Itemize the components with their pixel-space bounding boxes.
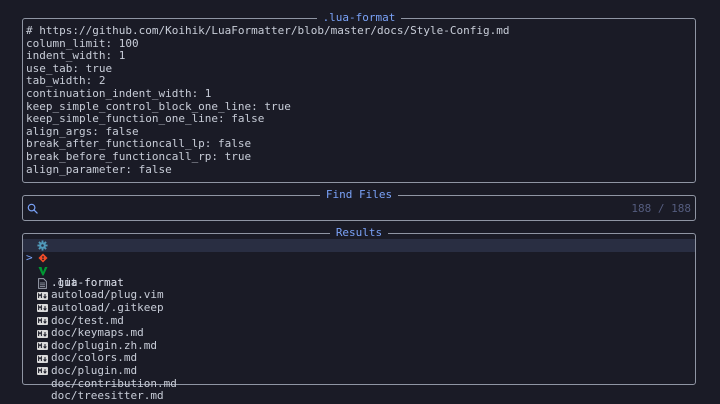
result-item[interactable]: doc/test.md	[23, 289, 695, 326]
preview-line: indent_width: 1	[26, 49, 126, 63]
result-item[interactable]: doc/plugin.zh.md	[23, 315, 695, 351]
result-item-name: doc/treesitter.md	[51, 389, 164, 403]
preview-content: # https://github.com/Koihik/LuaFormatter…	[26, 24, 510, 176]
search-input[interactable]	[45, 200, 585, 216]
result-item[interactable]: doc/colors.md	[23, 327, 695, 364]
markdown-icon	[37, 354, 48, 364]
markdown-icon	[37, 303, 48, 313]
preview-panel: .lua-format # https://github.com/Koihik/…	[22, 11, 696, 183]
file-icon	[37, 277, 48, 289]
preview-line: align_parameter: false	[26, 162, 172, 176]
markdown-icon	[37, 316, 48, 326]
preview-title: .lua-format	[316, 11, 402, 24]
result-item[interactable]: > .lua-format	[23, 239, 695, 288]
markdown-icon	[37, 291, 48, 301]
results-panel: Results > .lua-format .git autoload/plug…	[22, 226, 696, 402]
vim-icon	[37, 266, 48, 276]
results-list: > .lua-format .git autoload/plug.vim aut…	[23, 239, 695, 402]
markdown-icon	[37, 341, 48, 351]
result-item[interactable]: doc/keymaps.md	[23, 302, 695, 339]
markdown-icon	[37, 366, 48, 376]
search-icon	[27, 203, 38, 214]
gear-icon	[37, 240, 48, 251]
preview-line: # https://github.com/Koihik/LuaFormatter…	[26, 24, 510, 37]
git-icon	[37, 253, 48, 263]
result-item[interactable]: doc/contribution.md	[23, 352, 695, 389]
result-item[interactable]: doc/treesitter.md	[23, 365, 695, 402]
result-item[interactable]: autoload/.gitkeep	[23, 277, 695, 314]
results-title: Results	[329, 226, 389, 239]
result-item[interactable]: doc/plugin.md	[23, 340, 695, 377]
preview-line: break_before_functioncall_rp: true	[26, 149, 252, 163]
preview-line: continuation_indent_width: 1	[26, 86, 212, 100]
result-item[interactable]: .git	[23, 252, 695, 288]
preview-line: keep_simple_function_one_line: false	[26, 112, 265, 126]
result-count: 188 / 188	[631, 202, 691, 215]
markdown-icon	[37, 329, 48, 339]
result-item[interactable]: autoload/plug.vim	[23, 264, 695, 301]
prompt-panel: Find Files 188 / 188	[22, 188, 696, 221]
